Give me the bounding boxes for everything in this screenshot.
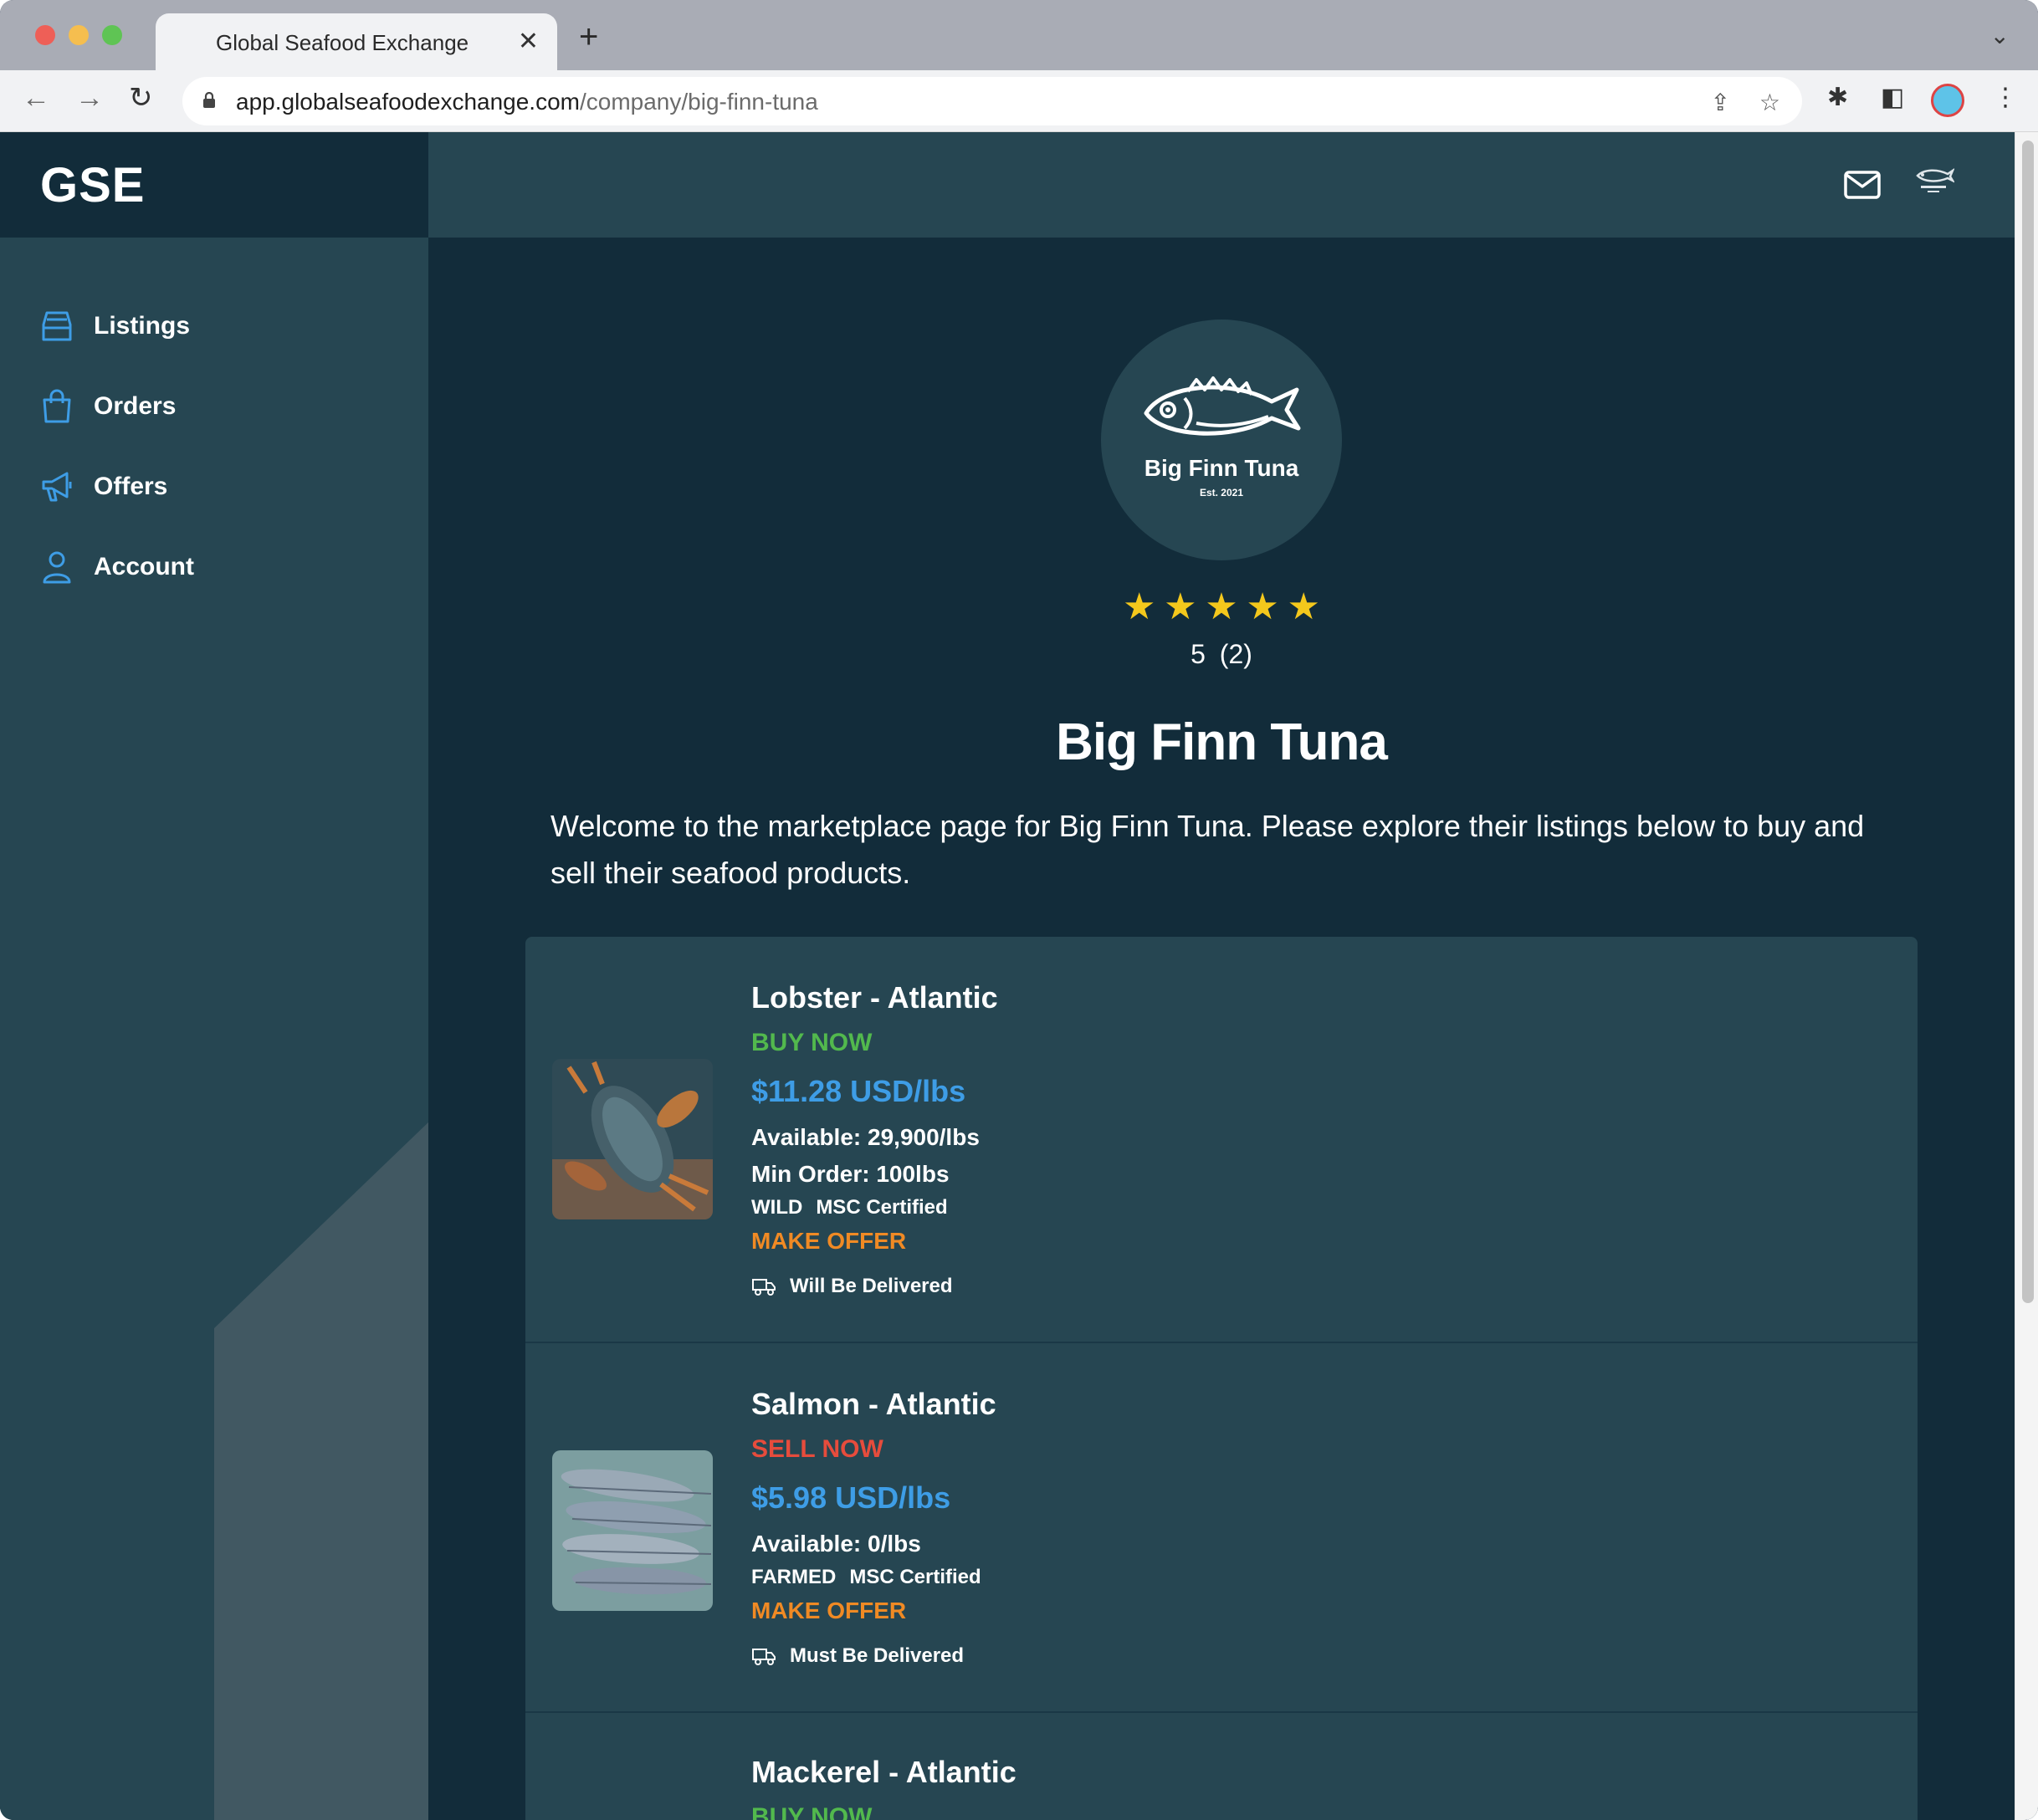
bookmark-star-icon[interactable]: ☆ [1759,89,1780,116]
zoom-window-button[interactable] [102,25,122,45]
salmon-image[interactable] [552,1450,713,1611]
scrollbar-thumb[interactable] [2022,141,2034,1303]
url-path: /company/big-finn-tuna [579,89,818,115]
tag-msc: MSC Certified [816,1196,948,1219]
delivery-text: Will Be Delivered [790,1275,953,1297]
share-icon[interactable]: ⇪ [1711,89,1730,116]
sidebar-item-label: Orders [94,392,177,420]
sidebar-item-listings[interactable]: Listings [40,301,392,351]
minimize-window-button[interactable] [69,25,89,45]
listing-min-order: Min Order: 100lbs [751,1161,950,1187]
make-offer-button[interactable]: MAKE OFFER [751,1598,906,1624]
shopping-bag-icon [43,389,71,423]
profile-avatar-icon[interactable] [1931,84,1964,117]
tab-title: Global Seafood Exchange [216,30,469,55]
browser-window: Global Seafood Exchange ✕ + ⌄ ← → ↻ app.… [0,0,2038,1820]
listing-title[interactable]: Salmon - Atlantic [751,1387,996,1422]
company-logo-icon[interactable] [1913,164,1954,201]
star-icon: ★ [1123,586,1156,627]
rating-count: (2) [1219,639,1252,669]
listing-available: Available: 0/lbs [751,1531,921,1557]
listing-card[interactable]: Lobster - Atlantic BUY NOW $11.28 USD/lb… [525,937,1918,1343]
new-tab-button[interactable]: + [579,20,598,54]
company-title: Big Finn Tuna [1056,713,1388,771]
listing-title[interactable]: Lobster - Atlantic [751,980,998,1015]
listing-title[interactable]: Mackerel - Atlantic [751,1755,1016,1790]
megaphone-icon [42,472,72,502]
logo-company-name: Big Finn Tuna [1144,455,1299,481]
forward-arrow-icon[interactable]: → [75,84,104,112]
tag-farmed: FARMED [751,1566,837,1588]
extensions-puzzle-icon[interactable]: ✱ [1827,85,1848,110]
delivery-info: Must Be Delivered [751,1644,964,1668]
back-arrow-icon[interactable]: ← [22,84,50,112]
listing-card[interactable]: Salmon - Atlantic SELL NOW $5.98 USD/lbs… [525,1343,1918,1713]
sidebar-item-label: Offers [94,473,168,500]
delivery-info: Will Be Delivered [751,1275,953,1298]
listing-tags: WILD MSC Certified [751,1196,948,1219]
browser-menu-icon[interactable]: ⋮ [1993,85,2018,110]
listing-price: $11.28 USD/lbs [751,1074,966,1108]
tab-search-chevron-icon[interactable]: ⌄ [1990,22,2010,49]
star-icon: ★ [1287,586,1320,627]
rating-text: 5 (2) [428,639,2015,670]
tray-icon [42,311,72,341]
main-content: Big Finn Tuna Est. 2021 ★ ★ ★ ★ ★ 5 (2) … [428,238,2015,1820]
brand-logo[interactable]: GSE [40,157,146,213]
url-text: app.globalseafoodexchange.com/company/bi… [236,89,818,115]
tab-bar: Global Seafood Exchange ✕ + ⌄ [0,0,2038,70]
rating-value: 5 [1191,639,1206,669]
rating-stars: ★ ★ ★ ★ ★ [1123,589,1320,626]
app: GSE Listings Orders Offers Account Big F… [0,132,2038,1820]
address-bar[interactable]: app.globalseafoodexchange.com/company/bi… [182,77,1802,125]
buy-now-label[interactable]: BUY NOW [751,1803,872,1820]
truck-icon [752,1649,776,1665]
brand-header: GSE [0,132,428,238]
company-logo: Big Finn Tuna Est. 2021 [1101,320,1342,560]
star-icon: ★ [1246,586,1279,627]
sidebar-item-label: Account [94,553,194,580]
tag-wild: WILD [751,1196,803,1219]
sell-now-label[interactable]: SELL NOW [751,1435,883,1464]
mail-icon[interactable] [1844,171,1881,199]
url-host: app.globalseafoodexchange.com [236,89,580,115]
sidebar-item-label: Listings [94,312,191,340]
page-scrollbar[interactable] [2015,132,2038,1820]
listings-panel: Lobster - Atlantic BUY NOW $11.28 USD/lb… [525,937,1918,1820]
tab-close-icon[interactable]: ✕ [518,27,539,56]
listing-price: $5.98 USD/lbs [751,1480,951,1515]
sidebar-item-account[interactable]: Account [40,542,392,592]
sidebar-decoration [214,1119,428,1820]
lobster-image[interactable] [552,1059,713,1219]
close-window-button[interactable] [35,25,55,45]
star-icon: ★ [1205,586,1238,627]
sidebar-item-orders[interactable]: Orders [40,381,392,432]
reload-icon[interactable]: ↻ [129,84,153,112]
side-panel-icon[interactable]: ◧ [1881,85,1904,110]
sidebar-item-offers[interactable]: Offers [40,462,392,512]
buy-now-label[interactable]: BUY NOW [751,1029,872,1057]
logo-est-text: Est. 2021 [1199,487,1244,498]
truck-icon [752,1279,776,1296]
browser-tab[interactable]: Global Seafood Exchange ✕ [156,13,557,70]
lock-icon [203,92,215,108]
user-icon [43,551,71,584]
lobster-photo [552,1059,713,1219]
tag-msc: MSC Certified [849,1566,981,1588]
listing-available: Available: 29,900/lbs [751,1124,980,1150]
browser-toolbar: ← → ↻ app.globalseafoodexchange.com/comp… [0,70,2038,132]
top-bar [428,132,2015,238]
listing-tags: FARMED MSC Certified [751,1566,981,1589]
company-description: Welcome to the marketplace page for Big … [550,809,1865,890]
salmon-photo [552,1450,713,1611]
fish-logo-icon [1144,376,1301,436]
delivery-text: Must Be Delivered [790,1644,965,1667]
listing-card[interactable]: Mackerel - Atlantic BUY NOW [525,1713,1918,1820]
star-icon: ★ [1164,586,1197,627]
sidebar: GSE Listings Orders Offers Account [0,132,428,1820]
make-offer-button[interactable]: MAKE OFFER [751,1228,906,1255]
